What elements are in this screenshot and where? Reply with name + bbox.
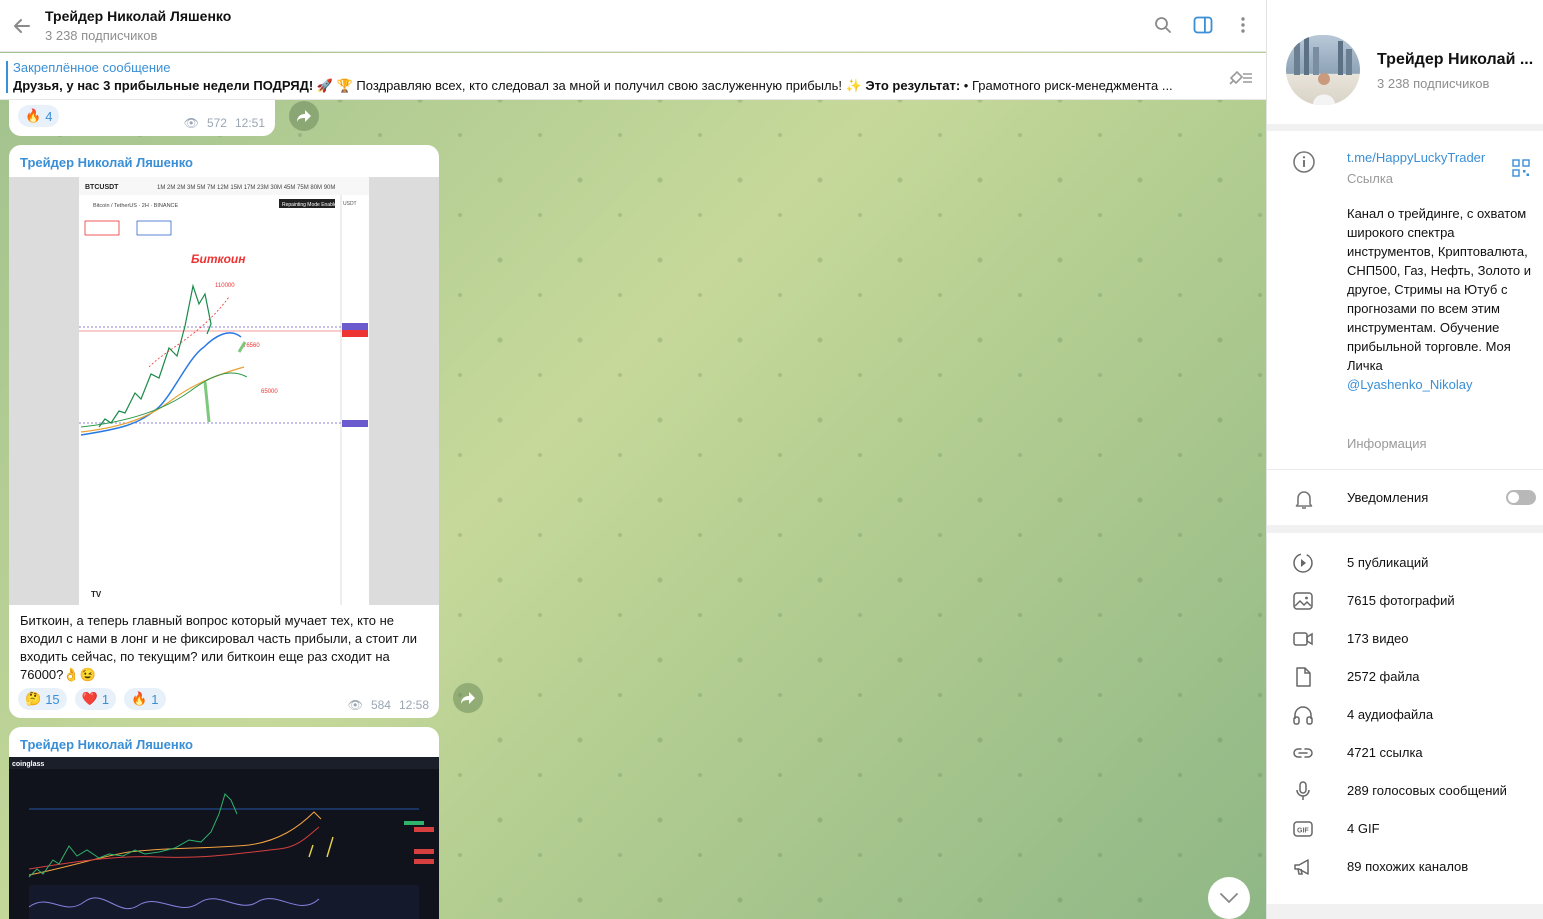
chat-title[interactable]: Трейдер Николай Ляшенко [45,8,231,24]
chart-brand: coinglass [12,761,44,768]
pinned-indicator [6,61,8,93]
view-count: 584 [370,698,391,712]
media-stats-section: 5 публикаций 7615 фотографий 173 видео 2… [1267,533,1543,904]
message-text: Биткоин, а теперь главный вопрос который… [20,613,417,682]
chart-pair: Bitcoin / TetherUS · 2H · BINANCE [93,203,179,209]
info-icon [1292,150,1316,174]
message-sender[interactable]: Трейдер Николай Ляшенко [20,155,193,170]
chart-symbol: BTCUSDT [85,184,119,191]
notifications-row[interactable]: Уведомления [1267,469,1543,525]
message-photo[interactable]: coinglass [9,757,439,919]
reaction-fire[interactable]: 🔥 4 [18,105,60,127]
bell-icon [1292,487,1316,511]
svg-text:USDT: USDT [343,201,357,207]
reaction-thinking[interactable]: 🤔 15 [18,688,67,710]
message-bubble: Трейдер Николай Ляшенко coinglass [9,727,439,919]
back-arrow-icon[interactable] [8,12,36,40]
qr-code-icon[interactable] [1512,159,1530,177]
message-sender[interactable]: Трейдер Николай Ляшенко [20,737,193,752]
channel-name: Трейдер Николай ... [1377,51,1534,68]
megaphone-icon [1292,856,1314,878]
message-photo[interactable]: BTCUSDT 1M 2M 2M 3M 5M 7M 12M 15M 17M 23… [9,177,439,605]
stat-videos[interactable]: 173 видео [1267,620,1543,658]
stat-gif[interactable]: GIF 4 GIF [1267,810,1543,848]
svg-text:TV: TV [91,590,102,599]
chat-area: Трейдер Николай Ляшенко 3 238 подписчико… [0,0,1266,919]
notifications-toggle[interactable] [1506,490,1536,505]
stat-links[interactable]: 4721 ссылка [1267,734,1543,772]
channel-subscriber-count: 3 238 подписчиков [1377,76,1490,91]
description-label: Информация [1347,436,1427,451]
gif-icon: GIF [1292,818,1314,840]
more-options-icon[interactable] [1230,12,1256,38]
chat-subscriber-count: 3 238 подписчиков [45,28,158,43]
view-count: 572 [206,116,227,130]
stat-voice[interactable]: 289 голосовых сообщений [1267,772,1543,810]
channel-avatar[interactable] [1286,35,1360,105]
chat-header: Трейдер Николай Ляшенко 3 238 подписчико… [0,0,1266,52]
share-arrow-icon[interactable] [289,101,319,131]
views-icon: 👁 [347,698,363,712]
level-low: 65000 [261,389,278,395]
channel-info-section: t.me/HappyLuckyTrader Ссылка Канал о тре… [1267,131,1543,525]
publications-icon [1292,552,1314,574]
file-icon [1292,666,1314,688]
notifications-label: Уведомления [1347,490,1429,505]
channel-info-panel: Трейдер Николай ... 3 238 подписчиков t.… [1266,0,1543,919]
channel-profile: Трейдер Николай ... 3 238 подписчиков [1267,0,1543,124]
headphones-icon [1292,704,1314,726]
pinned-title: Закреплённое сообщение [13,60,171,75]
share-arrow-icon[interactable] [453,683,483,713]
channel-link[interactable]: t.me/HappyLuckyTrader [1347,150,1485,165]
stat-audio[interactable]: 4 аудиофайла [1267,696,1543,734]
video-icon [1292,628,1314,650]
trading-chart-screenshot: BTCUSDT 1M 2M 2M 3M 5M 7M 12M 15M 17M 23… [79,177,369,605]
svg-text:Repainting Mode Enabled: Repainting Mode Enabled [282,202,340,208]
pinned-text: Друзья, у нас 3 прибыльные недели ПОДРЯД… [13,78,1173,93]
stat-photos[interactable]: 7615 фотографий [1267,582,1543,620]
level-top: 110000 [215,283,235,289]
message-time: 12:58 [398,698,429,712]
telegram-window: Трейдер Николай Ляшенко 3 238 подписчико… [0,0,1543,919]
message-time: 12:51 [234,116,265,130]
message-bubble: Трейдер Николай Ляшенко BTCUSDT 1M 2M 2M… [9,145,439,718]
microphone-icon [1292,780,1314,802]
stat-similar-channels[interactable]: 89 похожих каналов [1267,848,1543,886]
pinned-message-bar[interactable]: Закреплённое сообщение Друзья, у нас 3 п… [0,53,1266,100]
unpin-icon[interactable] [1228,66,1254,88]
scroll-down-button[interactable] [1208,877,1250,919]
channel-description: Канал о трейдинге, с охватом широкого сп… [1347,206,1531,392]
photo-icon [1292,590,1314,612]
chart-title: Биткоин [191,252,246,266]
svg-text:GIF: GIF [1297,828,1309,835]
channel-link-label: Ссылка [1347,171,1394,186]
search-icon[interactable] [1150,12,1176,38]
stat-files[interactable]: 2572 файла [1267,658,1543,696]
stat-publications[interactable]: 5 публикаций [1267,544,1543,582]
views-icon: 👁 [183,116,199,130]
description-link[interactable]: @Lyashenko_Nikolay [1347,377,1472,392]
svg-text:1M 2M 2M 3M 5M 7M 12M 1: 1M 2M 2M 3M 5M 7M 12M 15M 17M 23M 30M 45… [157,185,335,191]
reaction-fire[interactable]: 🔥 1 [124,688,166,710]
sidebar-toggle-icon[interactable] [1190,12,1216,38]
message-bubble: 🔥 4 👁 572 12:51 [9,96,275,136]
link-icon [1292,742,1314,764]
reaction-heart[interactable]: ❤️ 1 [74,688,117,710]
